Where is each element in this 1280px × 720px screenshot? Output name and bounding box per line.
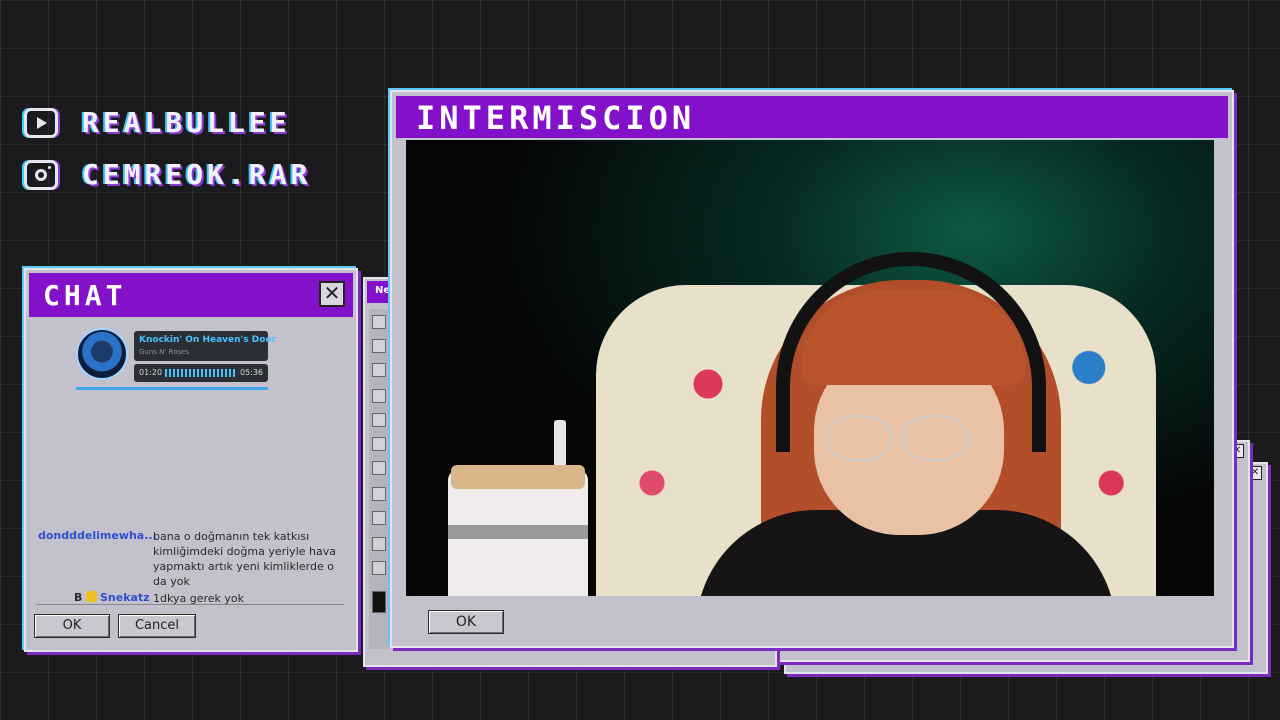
eraser-tool-icon[interactable] <box>372 437 386 451</box>
paint-title: Ne <box>375 285 391 296</box>
intermission-title: INTERMISCION <box>416 99 696 137</box>
brush-tool-icon[interactable] <box>372 413 386 427</box>
cancel-button[interactable]: Cancel <box>118 614 196 638</box>
ok-button[interactable]: OK <box>34 614 110 638</box>
instagram-social: CEMREOK.RAR <box>24 158 311 191</box>
chat-badge: B <box>74 591 83 604</box>
youtube-icon <box>24 107 58 138</box>
divider <box>36 604 344 605</box>
playback-bar: 01:20 05:36 <box>134 364 268 382</box>
instagram-handle: CEMREOK.RAR <box>82 158 312 191</box>
close-button[interactable]: ✕ <box>319 281 345 307</box>
hand-tool-icon[interactable] <box>372 561 386 575</box>
tumbler-band <box>448 525 588 539</box>
crown-badge-icon <box>86 591 97 602</box>
chat-username[interactable]: dondddelimewha... <box>38 529 157 542</box>
duration-time: 05:36 <box>239 368 263 377</box>
youtube-handle: REALBULLEE <box>82 106 291 139</box>
pen-tool-icon[interactable] <box>372 511 386 525</box>
song-artist: Guns N' Roses <box>139 348 189 356</box>
color-swatch[interactable] <box>372 591 386 613</box>
song-title: Knockin' On Heaven's Door <box>139 335 277 345</box>
crop-tool-icon[interactable] <box>372 363 386 377</box>
progress-line <box>76 387 268 390</box>
close-icon[interactable]: ✕ <box>1248 466 1262 480</box>
webcam-feed <box>406 140 1214 596</box>
glasses-left <box>826 415 892 461</box>
pencil-tool-icon[interactable] <box>372 389 386 403</box>
intermission-titlebar: INTERMISCION <box>396 96 1228 138</box>
chat-message: bana o doğmanın tek katkısı kimliğimdeki… <box>153 530 336 588</box>
elapsed-time: 01:20 <box>139 368 163 377</box>
tumbler-lid <box>451 465 585 489</box>
spray-tool-icon[interactable] <box>372 461 386 475</box>
waveform <box>165 369 237 377</box>
youtube-social: REALBULLEE <box>24 106 291 139</box>
pointer-tool-icon[interactable] <box>372 487 386 501</box>
lasso-tool-icon[interactable] <box>372 339 386 353</box>
chat-titlebar: CHAT ✕ <box>29 273 353 317</box>
glasses-right <box>902 415 968 461</box>
intermission-window: INTERMISCION OK <box>390 90 1234 648</box>
paint-toolbox <box>369 309 389 649</box>
chat-title: CHAT <box>43 279 127 312</box>
instagram-icon <box>24 159 58 190</box>
select-tool-icon[interactable] <box>372 315 386 329</box>
intermission-ok-button[interactable]: OK <box>428 610 504 634</box>
text-tool-icon[interactable] <box>372 537 386 551</box>
chat-username[interactable]: Snekatz <box>100 591 150 604</box>
now-playing-card: Knockin' On Heaven's Door Guns N' Roses <box>134 331 276 361</box>
album-art <box>76 328 128 380</box>
